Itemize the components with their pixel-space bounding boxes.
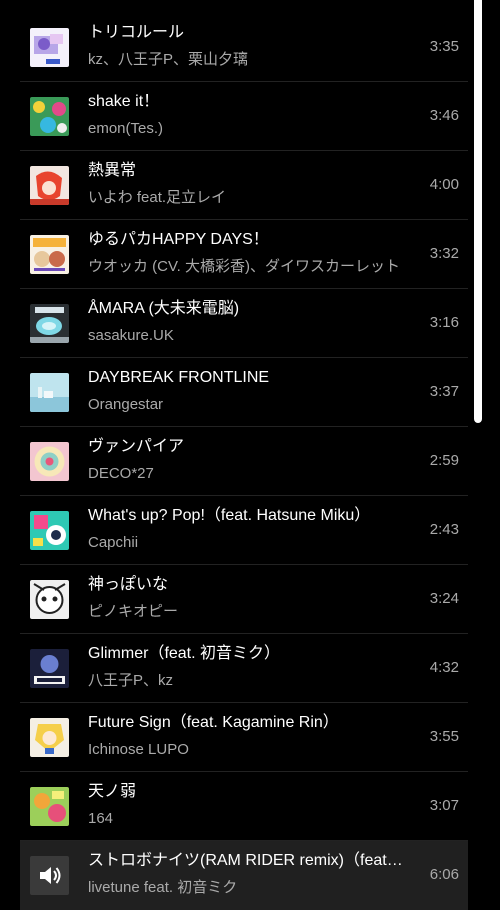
- track-duration: 3:35: [429, 38, 459, 55]
- album-art-tricolore-icon: [30, 28, 69, 67]
- track-row[interactable]: shake it！ emon(Tes.) 3:46: [20, 82, 468, 151]
- track-row[interactable]: 神っぽいな ピノキオピー 3:24: [20, 565, 468, 634]
- track-row[interactable]: Future Sign（feat. Kagamine Rin） Ichinose…: [20, 703, 468, 772]
- album-art-daybreak-frontline-icon: [30, 373, 69, 412]
- track-title: トリコルール: [88, 24, 185, 41]
- track-list: トリコルール kz、八王子P、栗山夕璃 3:35 shake it！ emon(…: [20, 13, 468, 910]
- track-duration: 3:16: [429, 314, 459, 331]
- track-title: ヴァンパイア: [88, 438, 185, 455]
- track-title: Future Sign（feat. Kagamine Rin）: [88, 714, 339, 731]
- scrollbar[interactable]: [474, 0, 482, 423]
- track-artist: sasakure.UK: [88, 327, 174, 344]
- track-artist: kz、八王子P、栗山夕璃: [88, 51, 249, 68]
- track-duration: 3:07: [429, 797, 459, 814]
- track-row-now-playing[interactable]: ストロボナイツ(RAM RIDER remix)（feat. 初音ミク） liv…: [20, 841, 468, 910]
- track-title: DAYBREAK FRONTLINE: [88, 369, 270, 386]
- album-art-future-sign-icon: [30, 718, 69, 757]
- album-art-amanojaku-icon: [30, 787, 69, 826]
- track-artist: 八王子P、kz: [88, 672, 174, 689]
- album-art-whats-up-pop-icon: [30, 511, 69, 550]
- track-artist: Capchii: [88, 534, 139, 551]
- track-title: 神っぽいな: [88, 576, 169, 593]
- track-title: shake it！: [88, 93, 160, 110]
- track-row[interactable]: DAYBREAK FRONTLINE Orangestar 3:37: [20, 358, 468, 427]
- track-duration: 2:59: [429, 452, 459, 469]
- track-title: What's up? Pop!（feat. Hatsune Miku）: [88, 507, 371, 524]
- track-duration: 3:55: [429, 728, 459, 745]
- track-artist: ウオッカ (CV. 大橋彩香)、ダイワスカーレット: [88, 258, 400, 275]
- track-artist: Ichinose LUPO: [88, 741, 189, 758]
- track-duration: 3:46: [429, 107, 459, 124]
- track-duration: 2:43: [429, 521, 459, 538]
- track-duration: 3:24: [429, 590, 459, 607]
- track-title: ÅMARA (大未来電脳): [88, 300, 240, 317]
- track-row[interactable]: Glimmer（feat. 初音ミク） 八王子P、kz 4:32: [20, 634, 468, 703]
- track-row[interactable]: What's up? Pop!（feat. Hatsune Miku） Capc…: [20, 496, 468, 565]
- album-art-kamippoina-icon: [30, 580, 69, 619]
- track-artist: いよわ feat.足立レイ: [88, 189, 227, 206]
- track-title: Glimmer（feat. 初音ミク）: [88, 645, 281, 662]
- track-row[interactable]: トリコルール kz、八王子P、栗山夕璃 3:35: [20, 13, 468, 82]
- track-artist: ピノキオピー: [88, 603, 179, 620]
- track-artist: livetune feat. 初音ミク: [88, 879, 238, 896]
- track-title: ストロボナイツ(RAM RIDER remix)（feat. 初音ミク）: [88, 852, 406, 869]
- track-duration: 6:06: [429, 866, 459, 883]
- track-duration: 4:32: [429, 659, 459, 676]
- track-row[interactable]: 熱異常 いよわ feat.足立レイ 4:00: [20, 151, 468, 220]
- track-artist: emon(Tes.): [88, 120, 164, 137]
- album-art-yurupaka-icon: [30, 235, 69, 274]
- track-artist: 164: [88, 810, 114, 827]
- album-art-vampire-icon: [30, 442, 69, 481]
- track-row[interactable]: ゆるパカHAPPY DAYS！ ウオッカ (CV. 大橋彩香)、ダイワスカーレッ…: [20, 220, 468, 289]
- album-art-glimmer-hideout-icon: [30, 649, 69, 688]
- track-row[interactable]: ÅMARA (大未来電脳) sasakure.UK 3:16: [20, 289, 468, 358]
- track-row[interactable]: ヴァンパイア DECO*27 2:59: [20, 427, 468, 496]
- track-artist: DECO*27: [88, 465, 154, 482]
- album-art-netsuijou-icon: [30, 166, 69, 205]
- track-title: ゆるパカHAPPY DAYS！: [88, 231, 269, 248]
- track-duration: 4:00: [429, 176, 459, 193]
- now-playing-speaker-icon: [30, 856, 69, 895]
- track-title: 天ノ弱: [88, 783, 137, 800]
- album-art-shake-it-icon: [30, 97, 69, 136]
- track-row[interactable]: 天ノ弱 164 3:07: [20, 772, 468, 841]
- track-duration: 3:37: [429, 383, 459, 400]
- track-duration: 3:32: [429, 245, 459, 262]
- track-title: 熱異常: [88, 162, 137, 179]
- album-art-amara-icon: [30, 304, 69, 343]
- track-artist: Orangestar: [88, 396, 164, 413]
